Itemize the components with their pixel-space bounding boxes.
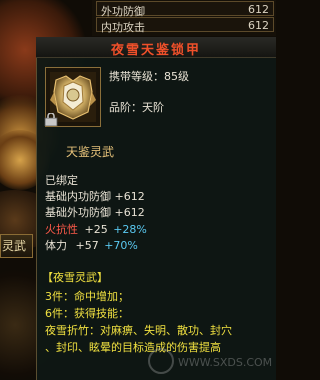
stat-value: 612: [248, 3, 269, 16]
fire-res-bonus: +28%: [113, 223, 147, 236]
stat-row-external-defense: 外功防御 612: [96, 1, 274, 18]
base-stat-internal-defense: 基础内功防御 +612: [45, 190, 145, 203]
item-subtitle: 天鉴灵武: [66, 145, 115, 159]
tooltip-title-bar: 夜雪天鉴锁甲: [36, 37, 276, 58]
stamina-label: 体力: [45, 239, 67, 252]
fire-resistance: 火抗性 +25 +28%: [45, 221, 147, 237]
stamina-bonus: +70%: [104, 239, 138, 252]
stat-label: 内功攻击: [101, 21, 145, 34]
lock-icon: [44, 113, 58, 126]
bound-status: 已绑定: [45, 174, 78, 187]
carry-level: 携带等级：85级: [109, 70, 189, 83]
fire-res-label: 火抗性: [45, 223, 78, 236]
item-title: 夜雪天鉴锁甲: [110, 43, 201, 58]
set-name: 【夜雪灵武】: [42, 271, 108, 284]
stamina-stat: 体力 +57 +70%: [45, 237, 138, 253]
item-quality: 品阶：天阶: [109, 101, 164, 114]
set-bonus-6: 6件：获得技能：: [45, 307, 129, 320]
base-stat-external-defense: 基础外功防御 +612: [45, 206, 145, 219]
stat-row-internal-attack: 内功攻击 612: [96, 17, 274, 34]
watermark: WWW.SXDS.COM: [148, 348, 272, 374]
skill-description-line1: 夜雪折竹：对麻痹、失明、散功、封穴: [45, 324, 232, 337]
watermark-text: WWW.SXDS.COM: [178, 356, 272, 369]
stamina-base: +57: [75, 239, 99, 252]
stat-value: 612: [248, 19, 269, 32]
fire-res-base: +25: [84, 223, 108, 236]
tab-lingwu[interactable]: 灵武: [0, 234, 33, 258]
set-bonus-3: 3件：命中增加；: [45, 290, 129, 303]
